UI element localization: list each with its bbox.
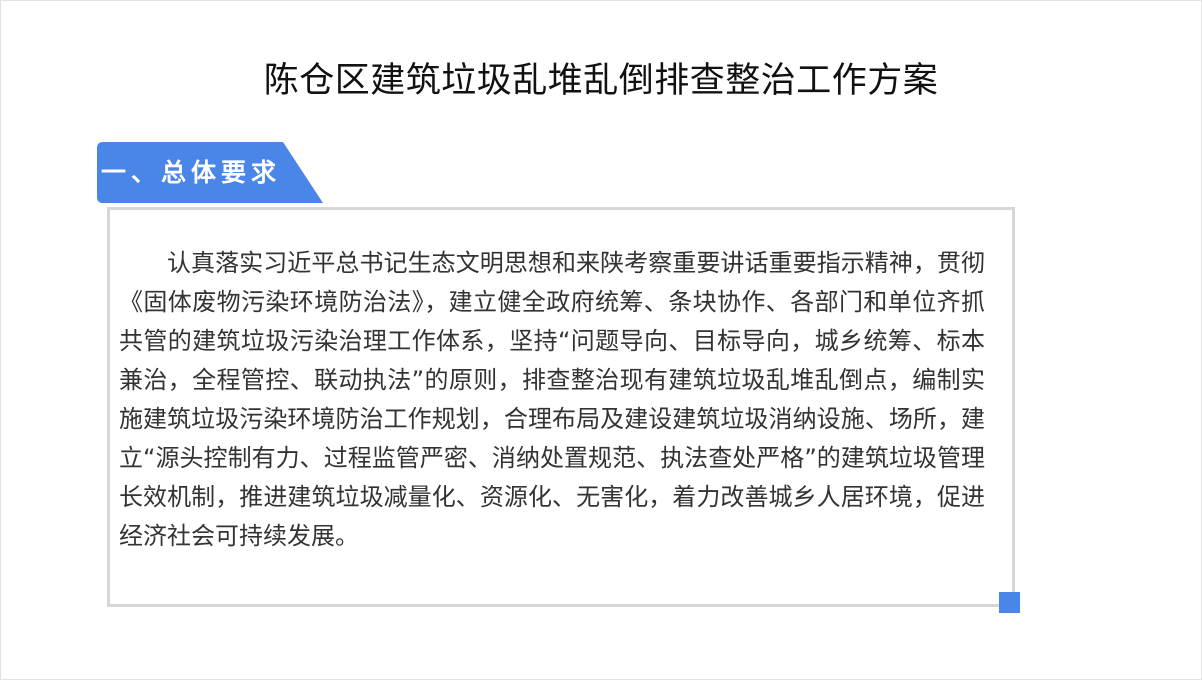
- page-title: 陈仓区建筑垃圾乱堆乱倒排查整治工作方案: [263, 61, 939, 101]
- section-heading: 一、总体要求: [101, 158, 282, 187]
- slide-frame: 陈仓区建筑垃圾乱堆乱倒排查整治工作方案 一、总体要求 认真落实习近平总书记生态文…: [0, 0, 1202, 680]
- section-body-text: 认真落实习近平总书记生态文明思想和来陕考察重要讲话重要指示精神，贯彻《固体废物污…: [119, 249, 985, 550]
- section-content-box: 认真落实习近平总书记生态文明思想和来陕考察重要讲话重要指示精神，贯彻《固体废物污…: [107, 207, 1015, 607]
- corner-square-decoration: [999, 592, 1020, 613]
- section-tab: 一、总体要求: [97, 142, 323, 203]
